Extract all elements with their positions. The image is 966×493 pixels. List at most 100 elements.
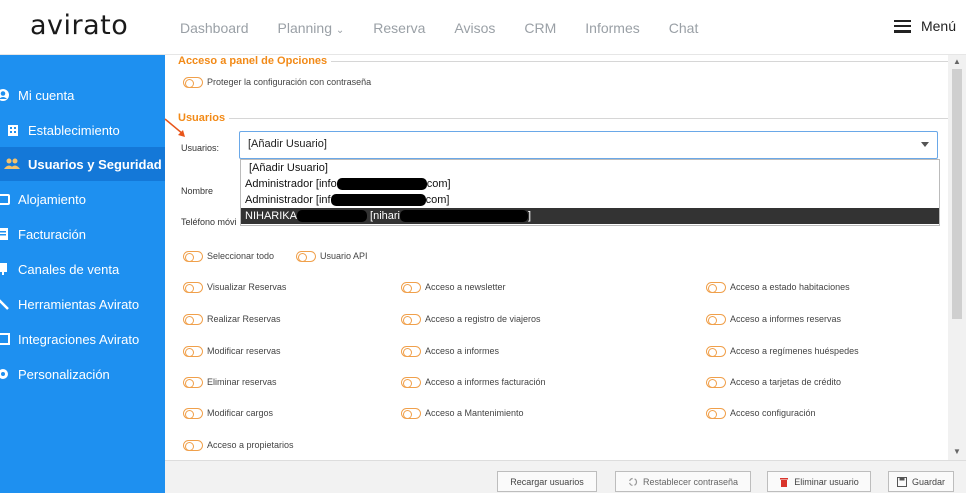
perm-toggle[interactable]: Acceso a informes facturación: [401, 377, 546, 389]
sidebar-item-alojamiento[interactable]: Alojamiento: [0, 182, 165, 216]
integration-icon: [0, 333, 10, 345]
toggle-switch: [706, 346, 726, 358]
toggle-switch: [401, 377, 421, 389]
nav-crm[interactable]: CRM: [524, 20, 556, 36]
toggle-switch: [401, 282, 421, 294]
perm-toggle[interactable]: Acceso a registro de viajeros: [401, 314, 541, 326]
nav-planning-label: Planning: [277, 20, 333, 36]
perm-label: Realizar Reservas: [207, 314, 281, 324]
annotation-arrow-icon: [164, 118, 185, 137]
sidebar-item-label: Integraciones Avirato: [18, 331, 140, 347]
delete-user-button[interactable]: Eliminar usuario: [767, 471, 871, 492]
scrollbar-thumb[interactable]: [952, 69, 962, 319]
option-text: [Añadir Usuario]: [249, 162, 328, 174]
option-text: [nihari: [370, 210, 400, 222]
scroll-up-icon[interactable]: ▲: [953, 57, 961, 66]
perm-toggle[interactable]: Acceso a Mantenimiento: [401, 408, 524, 420]
vertical-scrollbar[interactable]: ▲ ▼: [948, 55, 966, 460]
perm-toggle[interactable]: Acceso a newsletter: [401, 282, 506, 294]
api-user-label: Usuario API: [320, 251, 368, 261]
nav-informes[interactable]: Informes: [585, 20, 639, 36]
button-label: Guardar: [911, 476, 946, 487]
toggle-switch: [183, 314, 203, 326]
sidebar-item-label: Personalización: [18, 366, 110, 382]
refresh-icon: [628, 477, 638, 486]
channel-icon: [0, 263, 7, 275]
reset-password-button[interactable]: Restablecer contraseña: [615, 471, 751, 492]
perm-label: Acceso a informes reservas: [730, 314, 842, 324]
perm-toggle[interactable]: Acceso a informes reservas: [706, 314, 842, 326]
users-select-value: [Añadir Usuario]: [248, 138, 327, 150]
perm-toggle[interactable]: Acceso a estado habitaciones: [706, 282, 850, 294]
dropdown-option-selected[interactable]: NIHARIKA [nihari]: [241, 208, 939, 224]
perm-label: Acceso a Mantenimiento: [425, 408, 524, 418]
perm-toggle[interactable]: Eliminar reservas: [183, 377, 277, 389]
sidebar-item-label: Mi cuenta: [18, 87, 75, 103]
dropdown-option[interactable]: Administrador [info com]: [241, 176, 939, 192]
sidebar-item-mi-cuenta[interactable]: Mi cuenta: [0, 78, 165, 112]
sidebar-item-label: Usuarios y Seguridad: [28, 156, 162, 172]
protect-toggle[interactable]: Proteger la configuración con contraseña: [183, 77, 372, 89]
menu-button[interactable]: Menú: [893, 18, 956, 34]
toggle-switch: [183, 251, 203, 263]
perm-toggle[interactable]: Modificar reservas: [183, 346, 281, 358]
tools-icon: [0, 299, 9, 310]
perm-toggle[interactable]: Acceso a regímenes huéspedes: [706, 346, 859, 358]
nav-planning[interactable]: Planning ⌄: [278, 20, 345, 36]
option-text: NIHARIKA: [245, 210, 297, 222]
perm-toggle[interactable]: Acceso a tarjetas de crédito: [706, 377, 841, 389]
option-text: com]: [425, 194, 450, 206]
nav-dashboard[interactable]: Dashboard: [180, 20, 249, 36]
protect-label: Proteger la configuración con contraseña: [207, 77, 372, 87]
scroll-down-icon[interactable]: ▼: [953, 447, 961, 456]
top-bar: avirato Dashboard Planning ⌄ Reserva Avi…: [0, 0, 966, 55]
save-button[interactable]: Guardar: [888, 471, 954, 492]
toggle-switch: [183, 282, 203, 294]
sidebar-item-herramientas[interactable]: Herramientas Avirato: [0, 287, 165, 321]
select-all-toggle[interactable]: Seleccionar todo: [183, 251, 275, 263]
dropdown-option[interactable]: [Añadir Usuario]: [241, 160, 939, 176]
sidebar-item-personalizacion[interactable]: Personalización: [0, 357, 165, 391]
select-all-label: Seleccionar todo: [207, 251, 275, 261]
options-legend: Acceso a panel de Opciones: [178, 55, 328, 67]
perm-label: Eliminar reservas: [207, 377, 277, 387]
toggle-switch: [401, 346, 421, 358]
perm-toggle[interactable]: Acceso configuración: [706, 408, 816, 420]
sidebar-item-label: Facturación: [18, 226, 86, 242]
perm-toggle[interactable]: Acceso a informes: [401, 346, 499, 358]
perm-label: Acceso a regímenes huéspedes: [730, 346, 859, 356]
nav-avisos[interactable]: Avisos: [454, 20, 495, 36]
perm-toggle[interactable]: Visualizar Reservas: [183, 282, 286, 294]
toggle-switch: [296, 251, 316, 263]
perm-toggle[interactable]: Realizar Reservas: [183, 314, 281, 326]
users-dropdown: [Añadir Usuario] Administrador [info com]…: [240, 159, 940, 226]
building-icon: [8, 125, 18, 136]
caret-down-icon: [921, 142, 929, 147]
toggle-switch: [401, 314, 421, 326]
perm-toggle[interactable]: Acceso a propietarios: [183, 440, 294, 452]
nav-chat[interactable]: Chat: [669, 20, 699, 36]
users-select[interactable]: [Añadir Usuario]: [239, 131, 938, 159]
floppy-disk-icon: [896, 476, 907, 487]
sidebar-item-canales[interactable]: Canales de venta: [0, 252, 165, 286]
toggle-switch: [706, 377, 726, 389]
perm-label: Modificar cargos: [207, 408, 274, 418]
reload-users-button[interactable]: Recargar usuarios: [497, 471, 597, 492]
perm-label: Acceso a estado habitaciones: [730, 282, 850, 292]
main-nav: Dashboard Planning ⌄ Reserva Avisos CRM …: [180, 20, 727, 36]
bed-icon: [0, 194, 10, 205]
sidebar-item-facturacion[interactable]: Facturación: [0, 217, 165, 251]
logo[interactable]: avirato: [30, 10, 128, 41]
api-user-toggle[interactable]: Usuario API: [296, 251, 368, 263]
redaction-mark: [336, 178, 427, 191]
nav-reserva[interactable]: Reserva: [373, 20, 425, 36]
sidebar-item-integraciones[interactable]: Integraciones Avirato: [0, 322, 165, 356]
dropdown-option[interactable]: Administrador [inf com]: [241, 192, 939, 208]
perm-toggle[interactable]: Modificar cargos: [183, 408, 274, 420]
perm-label: Acceso a propietarios: [207, 440, 294, 450]
perm-label: Acceso configuración: [730, 408, 816, 418]
sidebar-item-usuarios[interactable]: Usuarios y Seguridad: [0, 147, 165, 181]
sidebar-item-establecimiento[interactable]: Establecimiento: [0, 113, 165, 147]
chevron-down-icon: ⌄: [335, 25, 345, 36]
users-fieldset: Usuarios: [178, 112, 948, 132]
